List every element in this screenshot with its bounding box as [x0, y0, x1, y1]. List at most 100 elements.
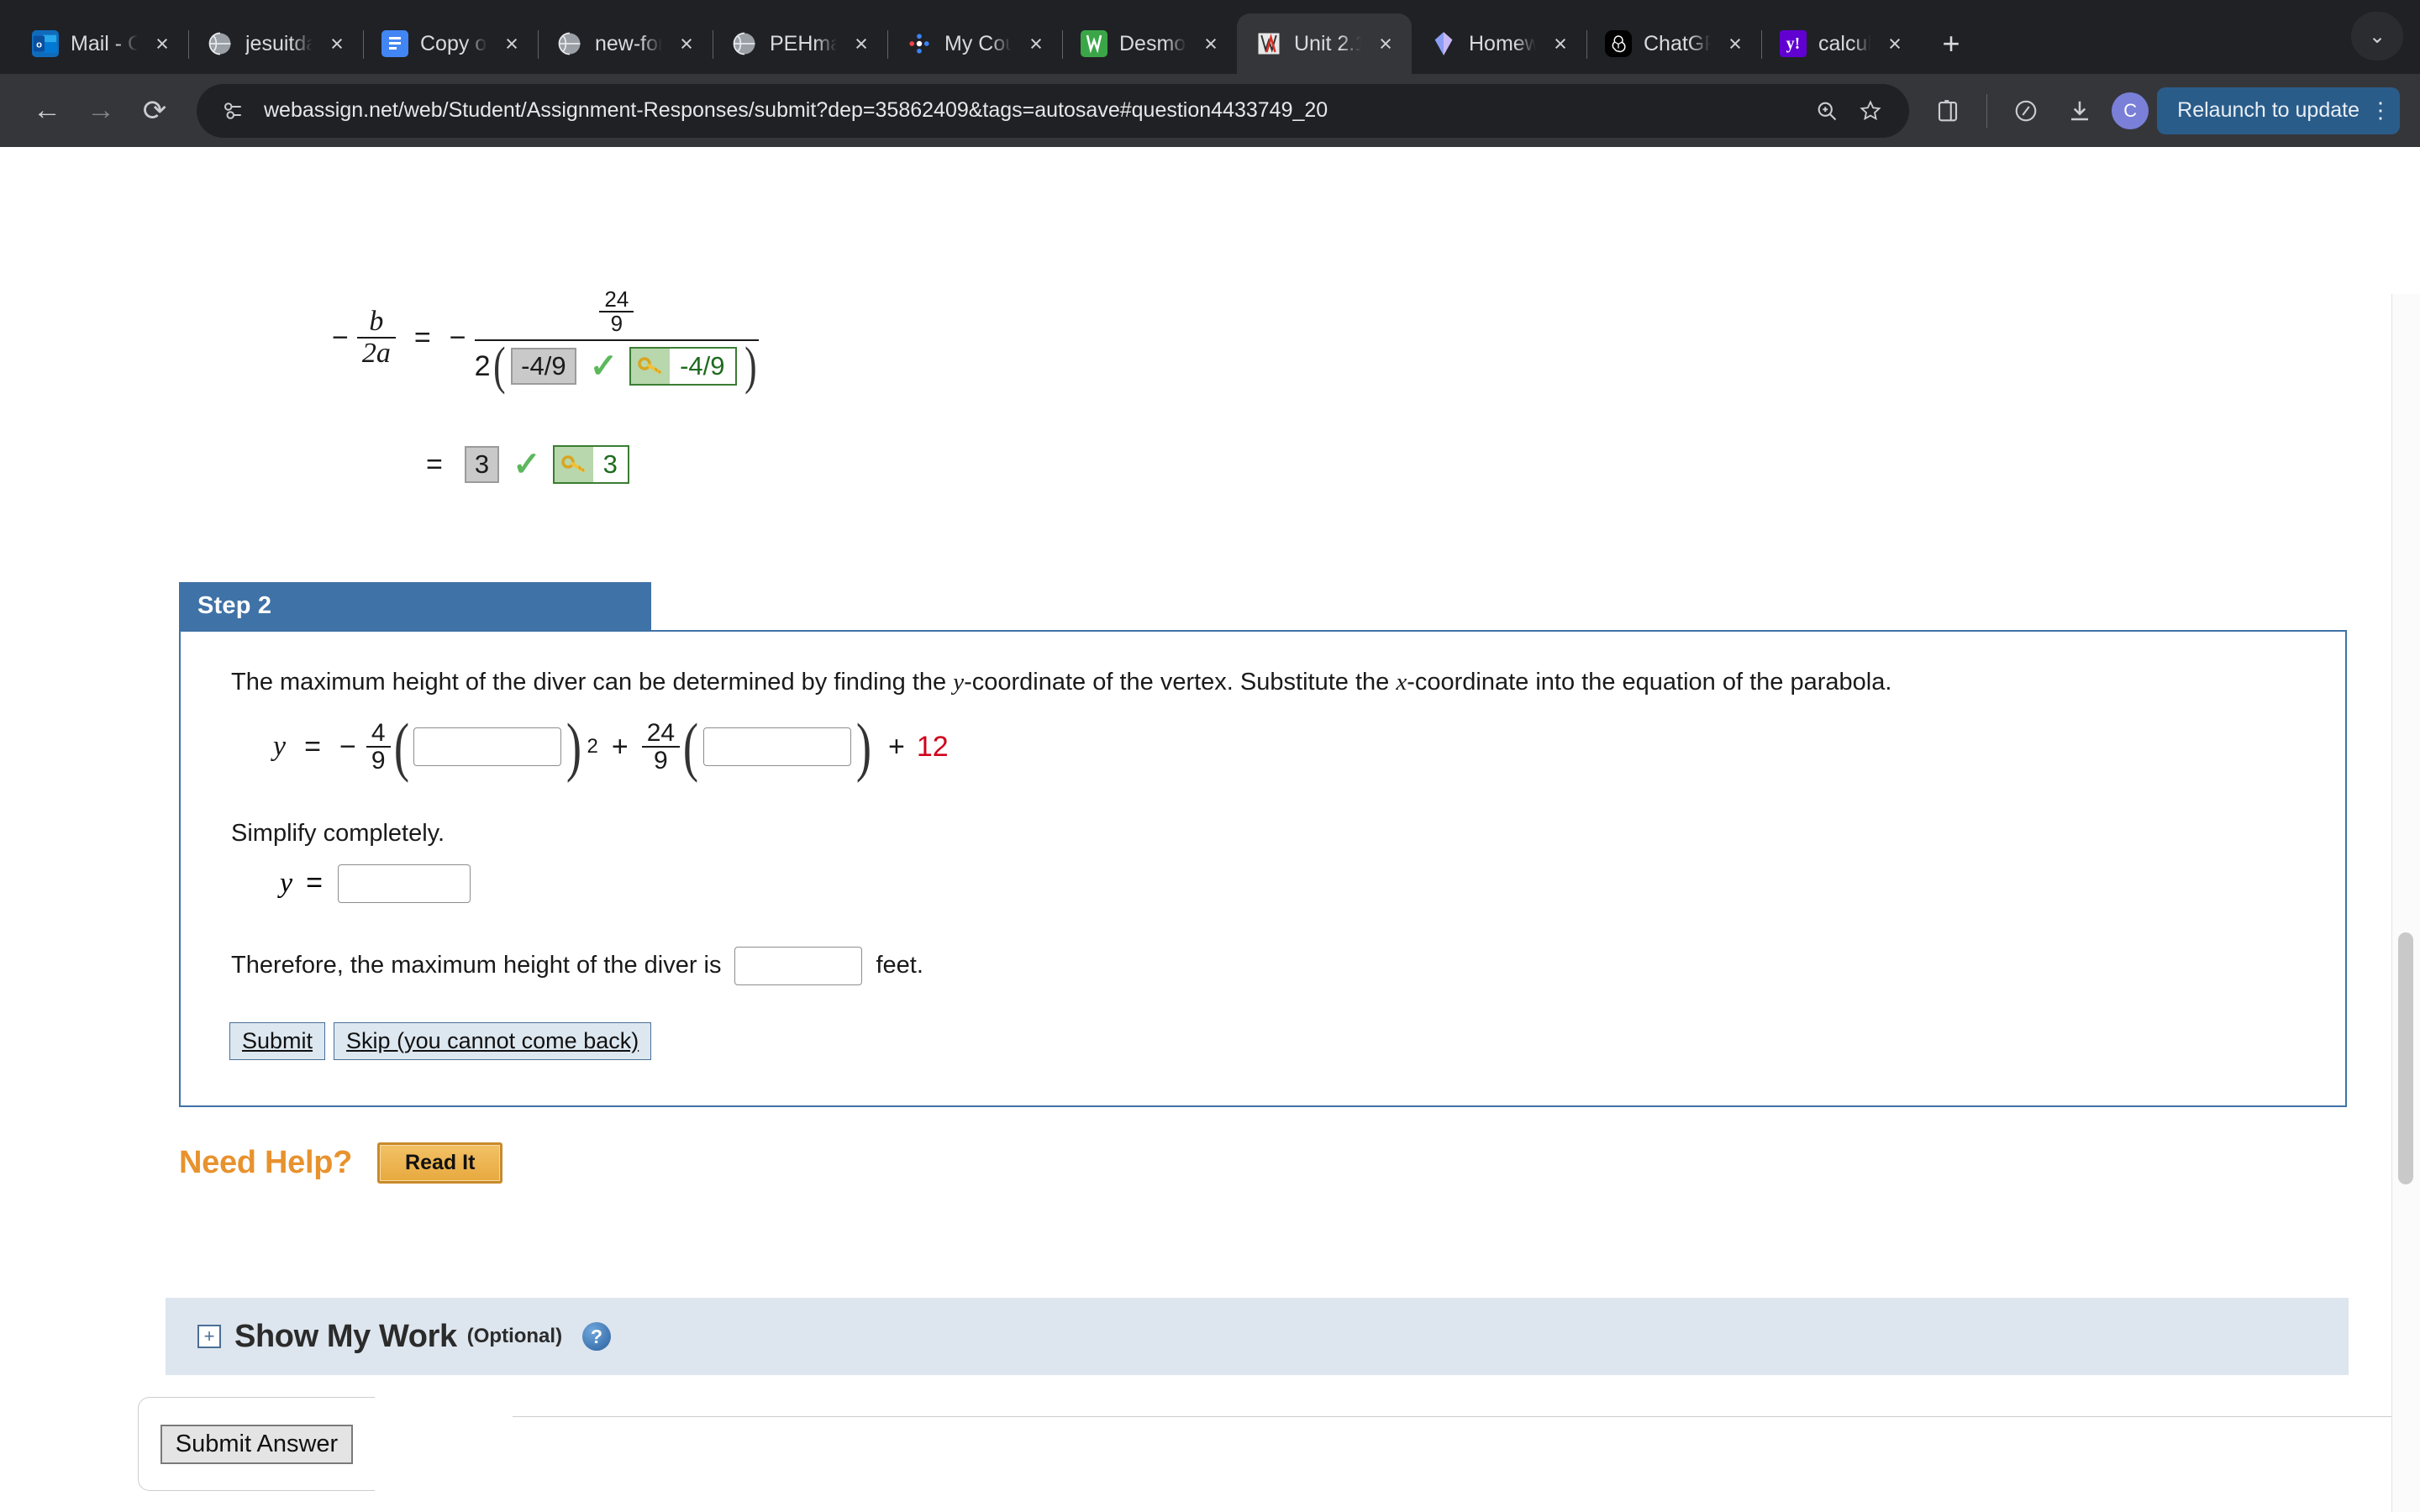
substituted-fraction: 24 9 2 ( -4/9 ✓ -4/9)	[474, 287, 760, 395]
chevron-down-icon[interactable]: ⌄	[2351, 12, 2403, 60]
question-help-icon[interactable]: ?	[582, 1322, 612, 1351]
x-variable: x	[1396, 669, 1407, 696]
big-fraction-denominator: 2 ( -4/9 ✓ -4/9 )	[475, 337, 760, 395]
step1-formula-block: − b 2a = − 24 9 2 (-4/9 ✓ -4/9) = 3 ✓ …	[0, 147, 2391, 484]
fraction-denominator: 2a	[361, 338, 391, 370]
tab-label: Desmos	[1119, 31, 1186, 55]
answer-box-a[interactable]: -4/9	[511, 348, 576, 386]
google-docs-icon	[381, 30, 408, 57]
download-icon[interactable]	[2056, 87, 2103, 134]
y-variable: y	[953, 669, 965, 696]
address-bar[interactable]: webassign.net/web/Student/Assignment-Res…	[197, 83, 1910, 138]
plus-box-icon[interactable]: +	[197, 1325, 221, 1348]
extensions-icon[interactable]	[2002, 87, 2049, 134]
browser-tab-jesuitda[interactable]: jesuitda ×	[188, 13, 364, 74]
browser-tab-pehma[interactable]: PEHma ×	[713, 13, 888, 74]
tab-close-icon[interactable]: ×	[849, 32, 874, 55]
browser-tab-new-for[interactable]: new-for ×	[538, 13, 713, 74]
equals-sign: =	[426, 448, 443, 480]
chatgpt-icon	[1605, 30, 1632, 57]
page-scrollbar[interactable]	[2391, 294, 2420, 1512]
browser-tab-calculator[interactable]: y! calculat ×	[1761, 13, 1921, 74]
browser-tab-desmos[interactable]: Desmos ×	[1062, 13, 1238, 74]
reload-icon[interactable]: ⟳	[128, 84, 182, 138]
tab-close-icon[interactable]: ×	[1548, 32, 1573, 55]
step2-skip-button[interactable]: Skip (you cannot come back)	[334, 1021, 652, 1061]
relaunch-to-update-button[interactable]: Relaunch to update ⋮	[2157, 87, 2400, 134]
browser-tab-mail[interactable]: o Mail - C ×	[13, 13, 189, 74]
answer-key-box-a: -4/9	[629, 347, 737, 386]
equation-constant: 12	[916, 730, 949, 763]
show-my-work-bar[interactable]: + Show My Work (Optional) ?	[166, 1298, 2349, 1375]
new-tab-button[interactable]: +	[1928, 20, 1975, 67]
need-help-label: Need Help?	[179, 1145, 353, 1180]
chrome-menu-icon[interactable]: ⋮	[2370, 99, 2391, 121]
big-fraction-numerator: 24 9	[475, 287, 760, 339]
scrollbar-thumb[interactable]	[2398, 932, 2413, 1184]
equation-input-1[interactable]	[413, 727, 562, 767]
vertex-x-result-row: = 3 ✓ 3	[408, 445, 634, 484]
assignment-page: − b 2a = − 24 9 2 (-4/9 ✓ -4/9) = 3 ✓ …	[0, 147, 2420, 1491]
back-icon[interactable]: ←	[20, 84, 74, 138]
browser-window: o Mail - C × jesuitda × Copy of × new-fo…	[0, 0, 2420, 1512]
therefore-row: Therefore, the maximum height of the div…	[231, 946, 2298, 985]
site-info-icon[interactable]	[217, 94, 250, 128]
read-it-button[interactable]: Read It	[377, 1142, 503, 1184]
outlook-icon: o	[32, 30, 59, 57]
browser-tab-unit-2-1-active[interactable]: Unit 2.1 ×	[1237, 13, 1412, 74]
key-icon	[554, 447, 593, 482]
equation-input-2[interactable]	[703, 727, 852, 767]
answer-key-box-vertex-x: 3	[552, 445, 629, 484]
browser-tab-homework[interactable]: Homew ×	[1412, 13, 1587, 74]
open-paren: (	[492, 337, 506, 395]
equals-sign: =	[304, 730, 321, 763]
simplify-y-label: y	[280, 867, 293, 899]
answer-box-vertex-x[interactable]: 3	[464, 446, 500, 483]
equation-plus-1: +	[611, 730, 629, 763]
tab-close-icon[interactable]: ×	[674, 32, 699, 55]
tab-label: Unit 2.1	[1294, 31, 1361, 55]
tab-close-icon[interactable]: ×	[1198, 32, 1223, 55]
tab-strip: o Mail - C × jesuitda × Copy of × new-fo…	[0, 0, 2420, 74]
tab-close-icon[interactable]: ×	[324, 32, 350, 55]
globe-icon	[556, 30, 583, 57]
fraction-numerator: b	[369, 306, 384, 338]
step2-submit-button[interactable]: Submit	[229, 1021, 326, 1061]
tab-close-icon[interactable]: ×	[1882, 32, 1907, 55]
svg-text:o: o	[36, 40, 42, 50]
bookmark-star-icon[interactable]	[1849, 89, 1892, 133]
browser-tab-copy-of[interactable]: Copy of ×	[363, 13, 539, 74]
equals-sign: =	[413, 321, 431, 354]
tab-close-icon[interactable]: ×	[1023, 32, 1049, 55]
forward-icon[interactable]: →	[74, 84, 128, 138]
tab-label: Mail - C	[71, 31, 138, 55]
tab-label: jesuitda	[245, 31, 313, 55]
max-height-input[interactable]	[734, 946, 863, 985]
show-my-work-title: Show My Work	[234, 1318, 457, 1354]
browser-tab-my-courses[interactable]: My Cou ×	[887, 13, 1063, 74]
yahoo-icon: y!	[1780, 30, 1807, 57]
show-my-work-optional: (Optional)	[466, 1325, 563, 1347]
tab-label: calculat	[1818, 31, 1870, 55]
tab-close-icon[interactable]: ×	[499, 32, 524, 55]
desmos-icon	[1081, 30, 1107, 57]
tab-close-icon[interactable]: ×	[1373, 32, 1398, 55]
tab-close-icon[interactable]: ×	[150, 32, 175, 55]
open-paren: (	[682, 709, 699, 783]
simplify-input[interactable]	[337, 864, 471, 903]
answer-key-value: -4/9	[680, 351, 725, 381]
fraction-denominator: 9	[371, 747, 386, 775]
tab-close-icon[interactable]: ×	[1723, 32, 1748, 55]
profile-avatar[interactable]: C	[2112, 92, 2149, 129]
tab-label: Homew	[1469, 31, 1536, 55]
close-paren: )	[744, 337, 757, 395]
submit-answer-button[interactable]: Submit Answer	[160, 1424, 354, 1464]
24-over-9-fraction: 24 9	[599, 287, 634, 336]
submit-answer-rule	[513, 1416, 2420, 1417]
browser-tab-chatgpt[interactable]: ChatGP ×	[1586, 13, 1762, 74]
zoom-icon[interactable]	[1805, 89, 1849, 133]
side-panel-icon[interactable]	[1924, 87, 1971, 134]
tab-label: My Cou	[944, 31, 1012, 55]
webassign-icon	[1255, 30, 1282, 57]
step2-equation-row: y = − 4 9 ( ) 2 + 24 9 () + 12	[273, 709, 2298, 783]
